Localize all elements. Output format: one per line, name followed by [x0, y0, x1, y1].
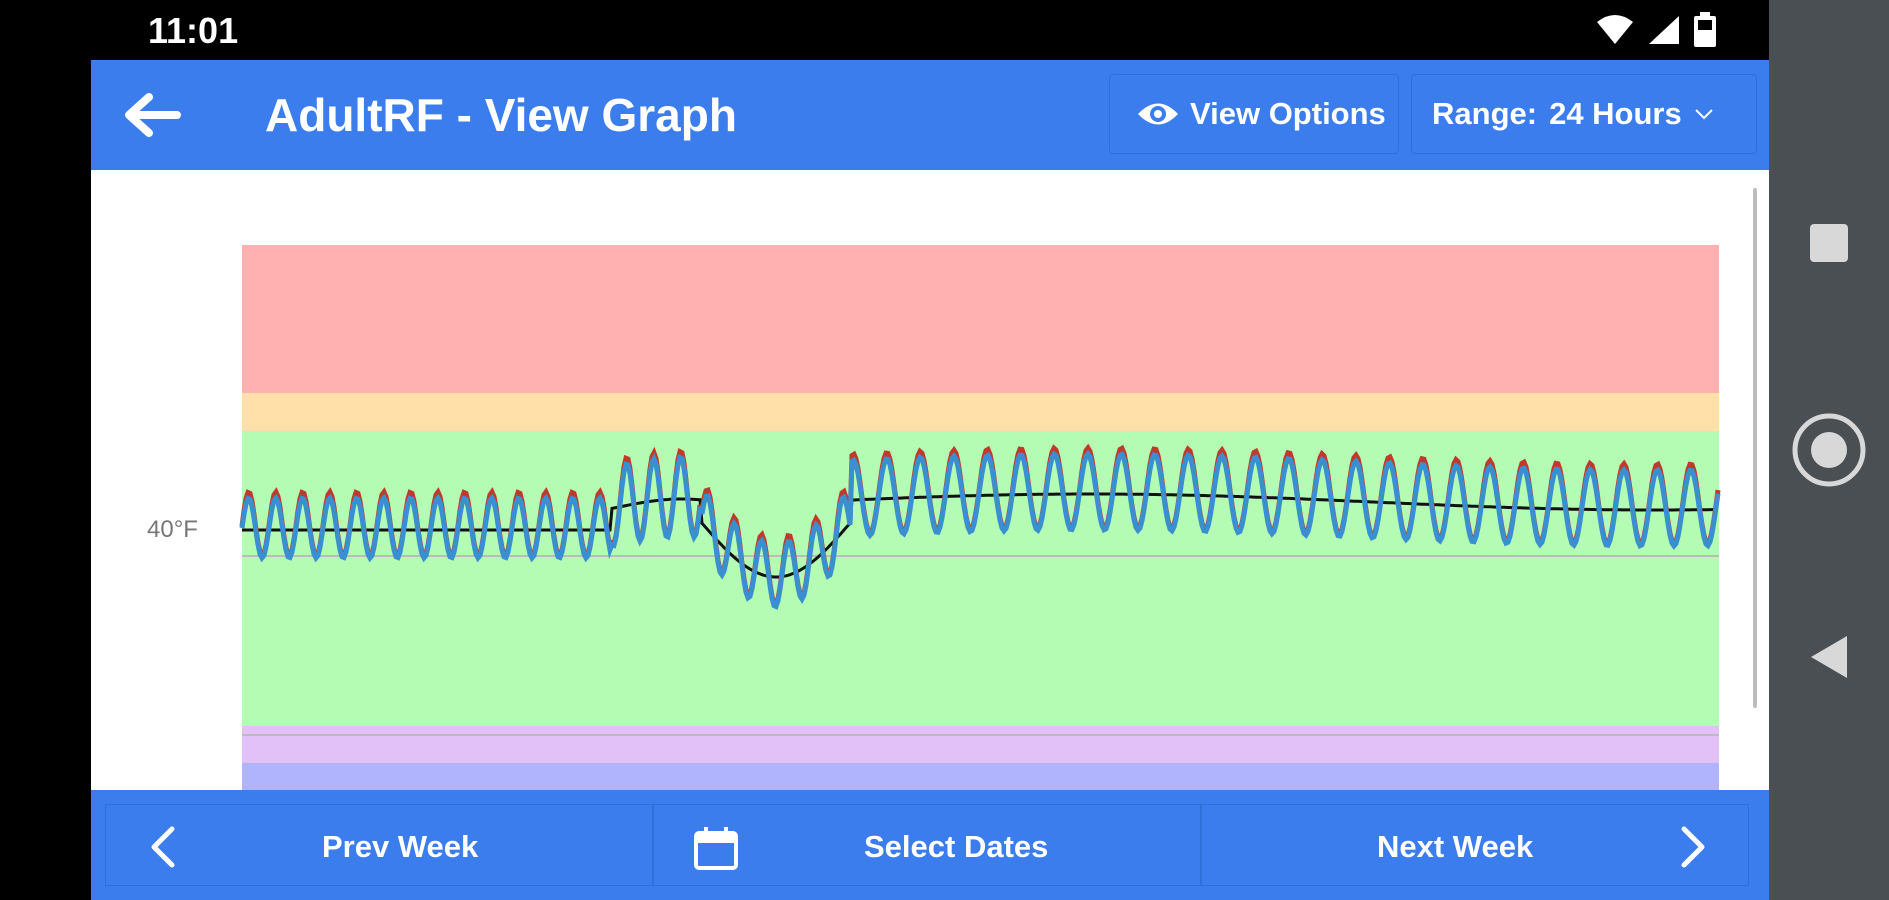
- chevron-down-icon: [1695, 109, 1713, 120]
- status-bar: 11:01: [0, 0, 1769, 60]
- recent-apps-button[interactable]: [1769, 222, 1889, 264]
- cell-signal-icon: [1649, 16, 1679, 44]
- home-button[interactable]: [1769, 410, 1889, 490]
- system-icons: [1595, 12, 1717, 48]
- back-button[interactable]: [121, 85, 181, 145]
- view-options-label: View Options: [1190, 96, 1386, 131]
- range-dropdown[interactable]: Range: 24 Hours: [1411, 74, 1757, 154]
- zone-band-alarm-low: [242, 763, 1719, 790]
- range-label: Range:: [1432, 96, 1538, 131]
- chevron-left-icon: [151, 826, 175, 868]
- select-dates-label: Select Dates: [864, 829, 1049, 864]
- app-window: AdultRF - View Graph View Options Range:…: [91, 60, 1769, 900]
- temperature-chart: [239, 245, 1721, 790]
- navigation-bar: [1769, 0, 1889, 900]
- select-dates-button[interactable]: Select Dates: [653, 804, 1201, 886]
- prev-week-label: Prev Week: [322, 829, 479, 864]
- bottom-bar: Prev Week Select Dates Next Week: [91, 790, 1769, 900]
- status-time: 11:01: [148, 10, 239, 51]
- wifi-icon: [1597, 15, 1633, 44]
- y-axis-tick-label: 40°F: [147, 516, 198, 543]
- calendar-icon: [694, 827, 738, 870]
- scrollbar-thumb[interactable]: [1753, 188, 1757, 708]
- range-value: 24 Hours: [1549, 96, 1682, 131]
- eye-icon: [1138, 103, 1178, 125]
- next-week-button[interactable]: Next Week: [1201, 804, 1749, 886]
- next-week-label: Next Week: [1377, 829, 1534, 864]
- zone-band-warning-low: [242, 726, 1719, 763]
- view-options-button[interactable]: View Options: [1109, 74, 1399, 154]
- graph-area: 40°F: [91, 170, 1769, 790]
- back-nav-button[interactable]: [1769, 634, 1889, 680]
- back-nav-icon: [1811, 636, 1847, 678]
- recent-apps-icon: [1810, 224, 1848, 262]
- home-icon: [1792, 413, 1866, 487]
- page-title: AdultRF - View Graph: [265, 89, 737, 141]
- zone-band-warning-high: [242, 393, 1719, 431]
- battery-icon: [1694, 12, 1716, 47]
- chevron-right-icon: [1681, 826, 1705, 868]
- arrow-left-icon: [125, 93, 181, 137]
- scrollbar[interactable]: [1753, 188, 1759, 848]
- zone-band-alarm-high: [242, 245, 1719, 393]
- prev-week-button[interactable]: Prev Week: [105, 804, 653, 886]
- toolbar: AdultRF - View Graph View Options Range:…: [91, 60, 1769, 170]
